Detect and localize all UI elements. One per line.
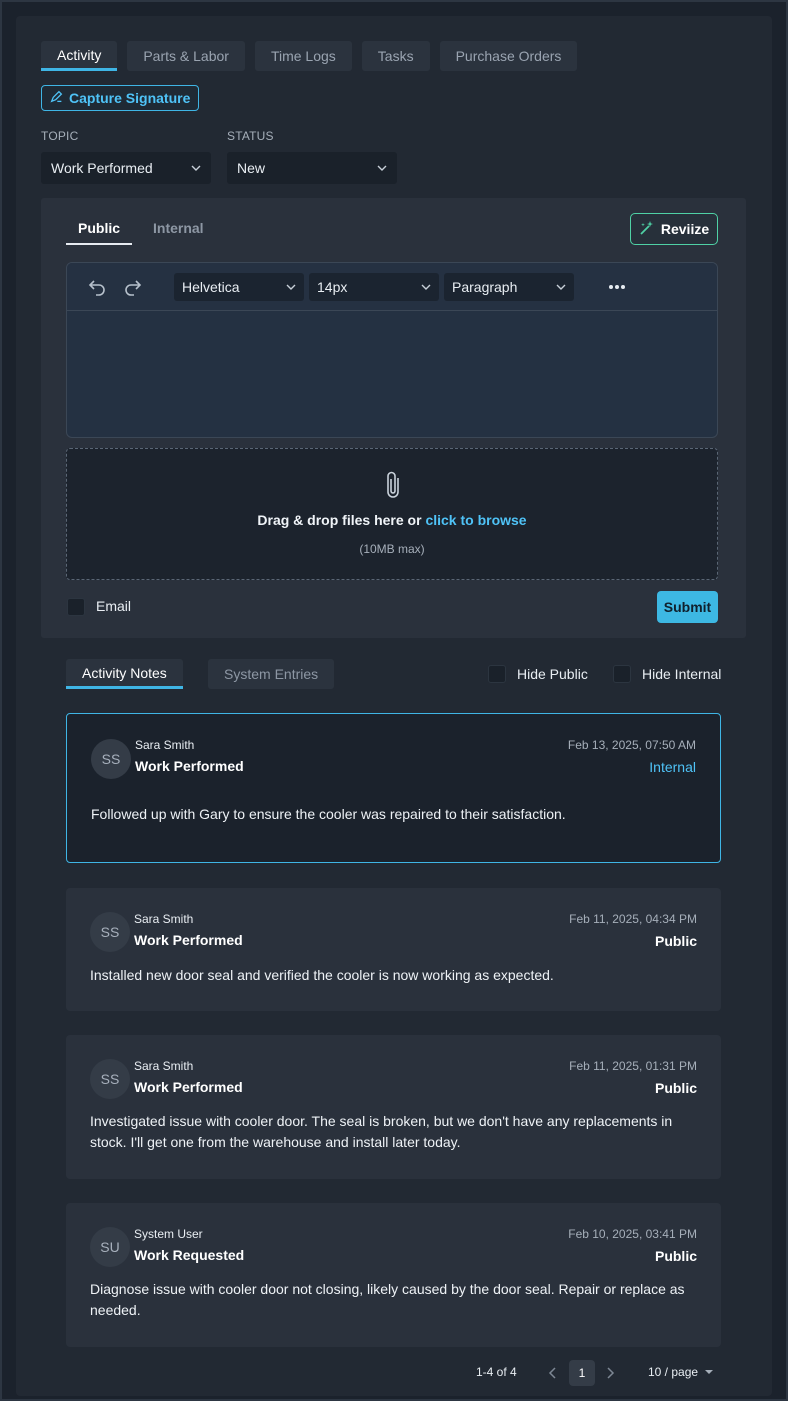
- topic-label: TOPIC: [41, 129, 79, 143]
- note-author: Sara Smith: [134, 1059, 194, 1073]
- note-topic: Work Performed: [134, 932, 243, 948]
- hide-public-checkbox[interactable]: [488, 665, 506, 683]
- editor-toolbar: Helvetica 14px Paragraph: [67, 263, 717, 311]
- block-type-value: Paragraph: [452, 279, 518, 295]
- note-topic: Work Performed: [134, 1079, 243, 1095]
- top-tabs: Activity Parts & Labor Time Logs Tasks P…: [41, 41, 578, 71]
- note-topic: Work Requested: [134, 1247, 245, 1263]
- note-card[interactable]: SS Sara Smith Work Performed Feb 13, 202…: [66, 713, 721, 863]
- visibility-badge: Internal: [649, 759, 696, 775]
- chevron-down-icon: [556, 279, 566, 295]
- note-date: Feb 11, 2025, 04:34 PM: [569, 912, 697, 926]
- visibility-badge: Public: [654, 1080, 697, 1096]
- avatar: SS: [90, 1059, 130, 1099]
- visibility-badge: Public: [654, 933, 697, 949]
- capture-signature-button[interactable]: Capture Signature: [41, 85, 200, 111]
- visibility-badge: Public: [654, 1248, 697, 1264]
- note-card[interactable]: SS Sara Smith Work Performed Feb 11, 202…: [66, 1035, 721, 1179]
- email-label: Email: [96, 598, 132, 614]
- avatar: SU: [90, 1227, 130, 1267]
- note-body: Followed up with Gary to ensure the cool…: [91, 806, 566, 822]
- paperclip-icon: [382, 469, 404, 504]
- tab-activity[interactable]: Activity: [41, 41, 118, 71]
- font-family-value: Helvetica: [182, 279, 240, 295]
- rich-text-editor[interactable]: Helvetica 14px Paragraph: [66, 262, 718, 438]
- note-author: Sara Smith: [135, 738, 195, 752]
- capture-signature-label: Capture Signature: [69, 90, 191, 106]
- signature-pen-icon: [50, 90, 63, 106]
- tab-tasks[interactable]: Tasks: [361, 41, 430, 71]
- note-topic: Work Performed: [135, 758, 244, 774]
- tab-internal[interactable]: Internal: [153, 220, 204, 245]
- more-options-icon[interactable]: [607, 277, 627, 297]
- font-family-select[interactable]: Helvetica: [174, 273, 304, 301]
- note-date: Feb 10, 2025, 03:41 PM: [568, 1227, 697, 1241]
- chevron-down-icon: [377, 160, 387, 176]
- block-type-select[interactable]: Paragraph: [444, 273, 574, 301]
- topic-value: Work Performed: [51, 160, 153, 176]
- note-card[interactable]: SS Sara Smith Work Performed Feb 11, 202…: [66, 888, 721, 1011]
- note-date: Feb 13, 2025, 07:50 AM: [567, 738, 696, 752]
- avatar: SS: [90, 912, 130, 952]
- chevron-down-icon: [191, 160, 201, 176]
- chevron-left-icon[interactable]: [547, 1366, 559, 1383]
- tab-public[interactable]: Public: [66, 220, 133, 245]
- status-value: New: [237, 160, 266, 176]
- font-size-select[interactable]: 14px: [309, 273, 439, 301]
- hide-internal-checkbox[interactable]: [613, 665, 631, 683]
- undo-icon[interactable]: [87, 277, 107, 297]
- hide-internal-label: Hide Internal: [642, 666, 722, 682]
- status-label: STATUS: [227, 129, 274, 143]
- submit-button[interactable]: Submit: [657, 591, 718, 623]
- reviize-label: Reviize: [660, 221, 710, 237]
- redo-icon[interactable]: [123, 277, 143, 297]
- note-body: Installed new door seal and verified the…: [90, 967, 554, 983]
- note-body: Diagnose issue with cooler door not clos…: [90, 1281, 685, 1318]
- note-card[interactable]: SU System User Work Requested Feb 10, 20…: [66, 1203, 721, 1347]
- note-author: Sara Smith: [134, 912, 194, 926]
- dropzone-instructions: Drag & drop files here or click to brows…: [67, 512, 717, 528]
- dropzone-text: Drag & drop files here or: [257, 512, 426, 528]
- page-size-value: 10 / page: [648, 1365, 699, 1379]
- font-size-value: 14px: [317, 279, 348, 295]
- email-checkbox[interactable]: [67, 598, 85, 616]
- note-date: Feb 11, 2025, 01:31 PM: [569, 1059, 697, 1073]
- tab-activity-notes[interactable]: Activity Notes: [66, 659, 183, 689]
- hide-public-label: Hide Public: [517, 666, 588, 682]
- browse-link[interactable]: click to browse: [425, 512, 526, 528]
- file-dropzone[interactable]: Drag & drop files here or click to brows…: [66, 448, 718, 580]
- tab-parts-labor[interactable]: Parts & Labor: [127, 41, 245, 71]
- reviize-button[interactable]: Reviize: [630, 213, 718, 245]
- dropzone-max-size: (10MB max): [359, 542, 425, 556]
- note-body: Investigated issue with cooler door. The…: [90, 1113, 673, 1150]
- chevron-right-icon[interactable]: [604, 1366, 616, 1383]
- pagination-range: 1-4 of 4: [476, 1365, 517, 1379]
- page-number-button[interactable]: 1: [569, 1360, 595, 1386]
- chevron-down-icon: [421, 279, 431, 295]
- note-author: System User: [134, 1227, 203, 1241]
- status-select[interactable]: New: [227, 152, 397, 184]
- page-size-select[interactable]: 10 / page: [648, 1365, 714, 1379]
- tab-system-entries[interactable]: System Entries: [208, 659, 335, 689]
- tab-purchase-orders[interactable]: Purchase Orders: [439, 41, 578, 71]
- topic-select[interactable]: Work Performed: [41, 152, 211, 184]
- tab-time-logs[interactable]: Time Logs: [254, 41, 352, 71]
- magic-wand-icon: [639, 220, 655, 239]
- avatar: SS: [91, 739, 131, 779]
- chevron-down-icon: [286, 279, 296, 295]
- caret-down-icon: [704, 1365, 714, 1379]
